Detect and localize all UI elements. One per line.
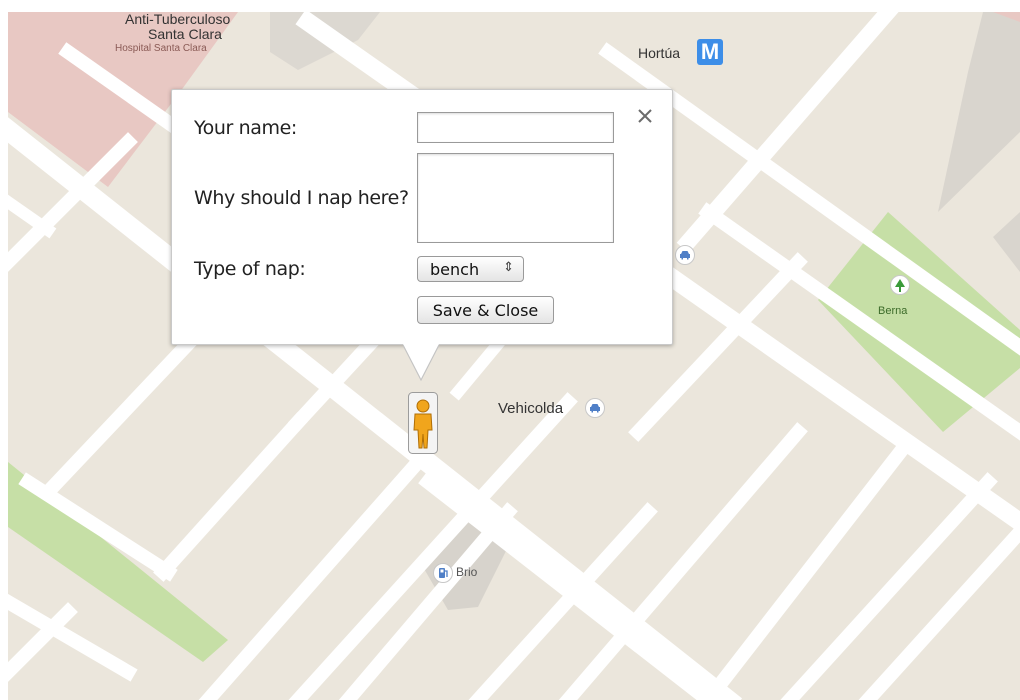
your-name-label: Your name: <box>194 117 297 139</box>
info-window: Your name: Why should I nap here? Type o… <box>171 89 673 345</box>
gas-station-icon[interactable] <box>433 563 453 583</box>
why-nap-textarea[interactable] <box>417 153 614 243</box>
metro-icon-letter: M <box>700 39 720 64</box>
hospital-label-line2: Santa Clara <box>148 26 222 42</box>
hospital-label-line1: Anti-Tuberculoso <box>125 12 231 27</box>
car-dealer-icon[interactable] <box>585 398 605 418</box>
nap-type-selected-value: bench <box>430 259 480 279</box>
select-arrows-icon: ⇕ <box>503 260 514 275</box>
type-of-nap-label: Type of nap: <box>194 258 306 280</box>
your-name-input[interactable] <box>417 112 614 143</box>
park-label-berna: Berna <box>878 305 908 317</box>
poi-label-vehicolda: Vehicolda <box>498 400 564 417</box>
why-nap-label: Why should I nap here? <box>194 187 409 209</box>
car-dealer-icon[interactable] <box>675 245 695 265</box>
station-label-hortua: Hortúa <box>638 45 681 61</box>
hospital-sublabel: Hospital Santa Clara <box>115 43 207 54</box>
save-and-close-button[interactable]: Save & Close <box>417 296 554 324</box>
nap-type-select[interactable]: bench ⇕ <box>417 256 524 282</box>
park-tree-icon[interactable] <box>890 275 910 295</box>
close-icon[interactable] <box>633 104 657 128</box>
metro-icon[interactable]: M <box>697 39 723 65</box>
poi-label-brio: Brio <box>456 565 478 579</box>
pegman-icon[interactable] <box>408 392 438 454</box>
info-window-pointer <box>403 344 439 382</box>
